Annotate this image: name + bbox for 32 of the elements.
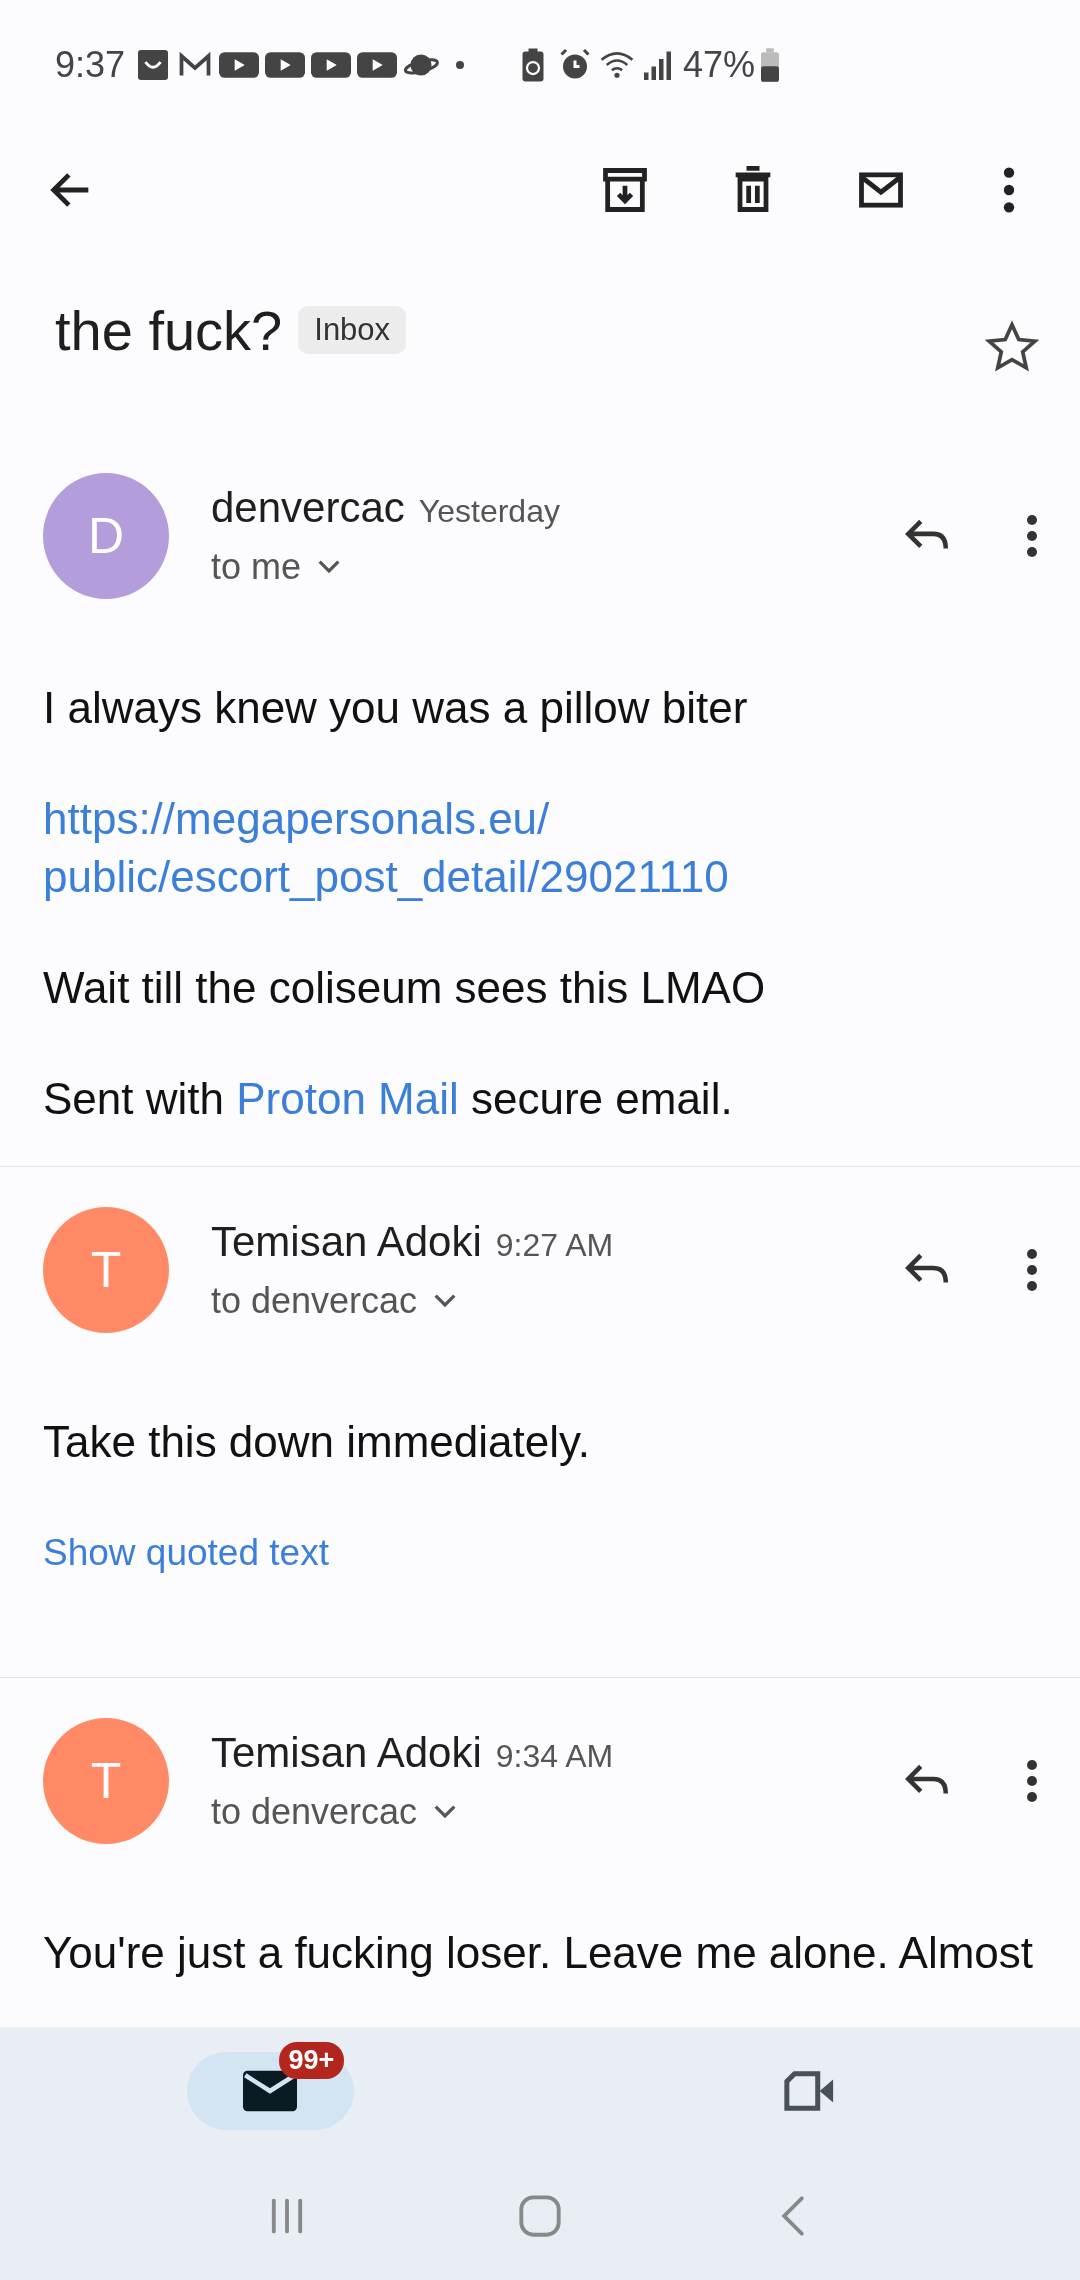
show-quoted-text-link[interactable]: Show quoted text — [43, 1532, 329, 1573]
recipient-text[interactable]: to denvercac — [211, 1280, 418, 1322]
email-subject: the fuck? — [55, 297, 283, 363]
mail-icon — [243, 2068, 297, 2114]
message-text: Wait till the coliseum sees this LMAO — [43, 962, 767, 1014]
recipient-text[interactable]: to me — [211, 546, 302, 588]
message-time: 9:27 AM — [495, 1227, 614, 1264]
inbox-label: Inbox — [298, 306, 407, 354]
unread-count-badge: 99+ — [278, 2042, 345, 2079]
link[interactable]: https://megapersonals.eu/ public/escort_post_detail/29021110 — [43, 790, 729, 906]
message-text: Take this down immediately. — [43, 1416, 591, 1468]
recipient-text[interactable]: to denvercac — [211, 1791, 418, 1833]
message-text: I always knew you was a pillow biter — [43, 682, 749, 734]
message-time: 9:34 AM — [495, 1738, 614, 1775]
sender-name: denvercac — [211, 484, 405, 532]
signature-text: Sent with Proton Mail secure email. — [43, 1073, 734, 1125]
more-options-icon[interactable] — [1024, 1246, 1040, 1294]
avatar: T — [43, 1718, 169, 1844]
clock-time: 9:37 — [55, 44, 126, 86]
battery-level: 47% — [683, 44, 756, 86]
avatar: T — [43, 1207, 169, 1333]
battery-icon — [761, 47, 780, 83]
more-options-icon[interactable] — [1024, 512, 1040, 560]
sender-name: Temisan Adoki — [211, 1218, 482, 1266]
message-text: You're just a fucking loser. Leave me alone. Almost — [43, 1927, 1035, 1979]
sender-name: Temisan Adoki — [211, 1729, 482, 1777]
message-time: Yesterday — [418, 493, 560, 530]
dot-icon — [455, 60, 466, 70]
avatar: D — [43, 473, 169, 599]
home-icon[interactable] — [518, 2194, 562, 2238]
link[interactable]: Proton Mail — [236, 1074, 459, 1123]
more-options-icon[interactable] — [1024, 1757, 1040, 1805]
